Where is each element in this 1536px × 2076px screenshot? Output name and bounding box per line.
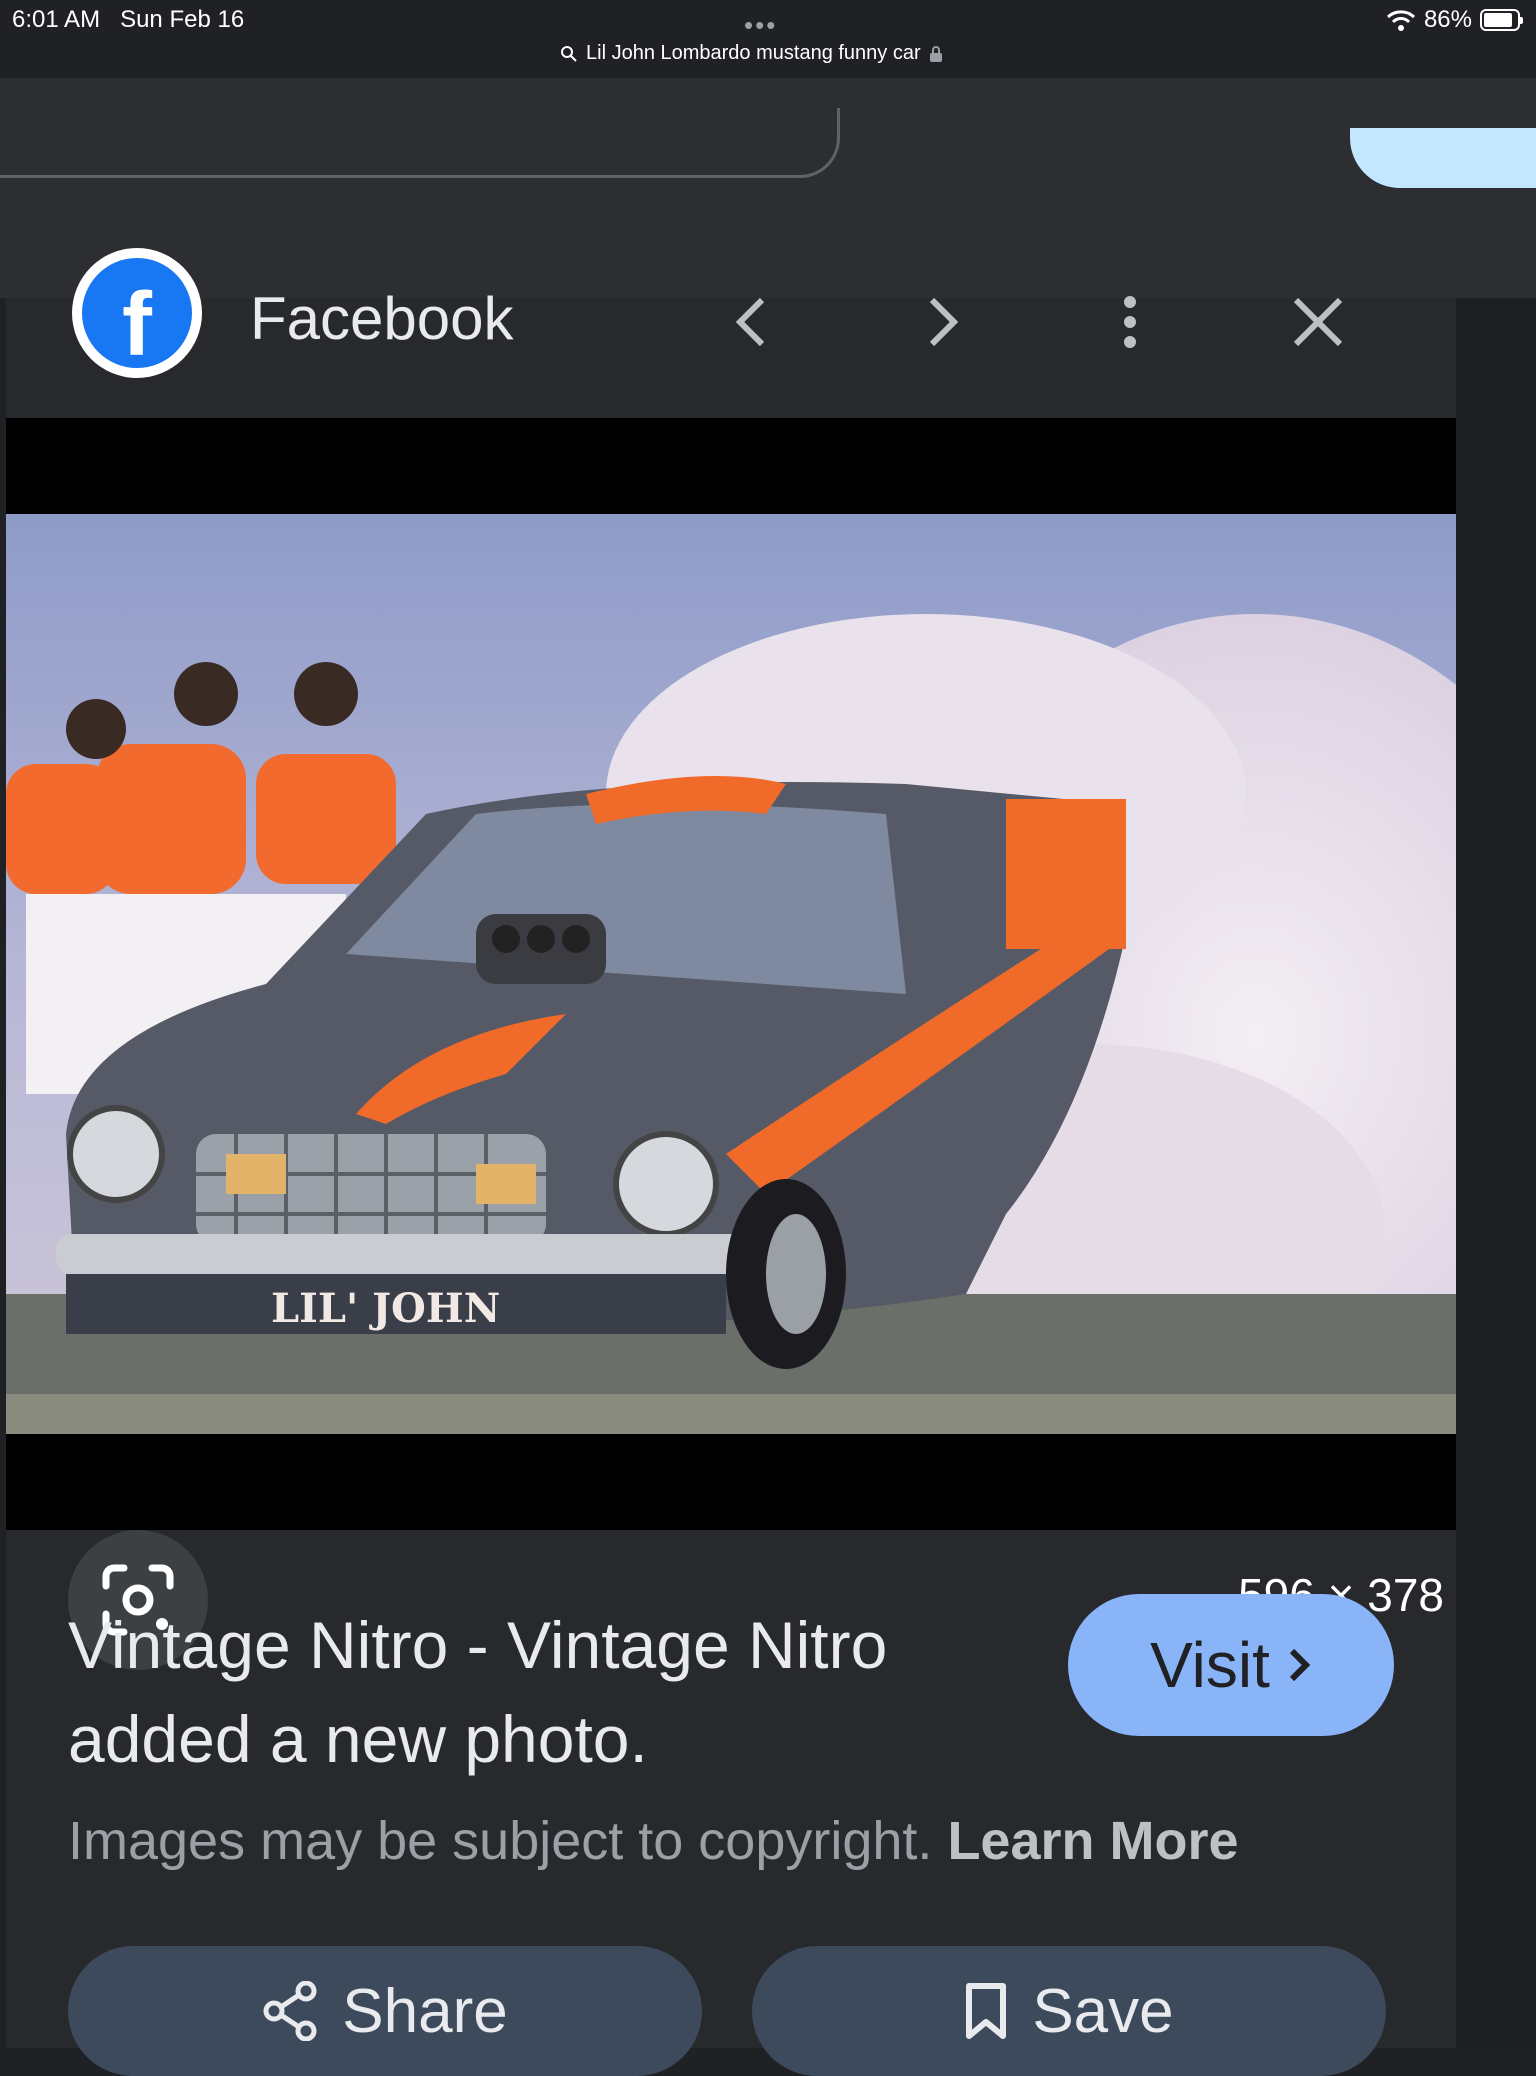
- chevron-right-icon: [1289, 1648, 1311, 1682]
- copyright-notice: Images may be subject to copyright. Lear…: [68, 1810, 1239, 1872]
- image-viewer[interactable]: LIL' JOHN 596 × 378: [6, 418, 1456, 1621]
- search-chip[interactable]: [1350, 128, 1536, 188]
- next-icon[interactable]: [912, 292, 972, 352]
- search-icon: [561, 45, 577, 62]
- license-plate-text: LIL' JOHN: [271, 1285, 500, 1332]
- search-box-edge[interactable]: [0, 108, 840, 178]
- facebook-logo-icon[interactable]: f: [72, 248, 202, 378]
- lock-icon: [929, 45, 942, 62]
- share-label: Share: [342, 1976, 508, 2046]
- url-bar[interactable]: Lil John Lombardo mustang funny car: [560, 42, 943, 65]
- previous-icon[interactable]: [722, 292, 782, 352]
- url-text: Lil John Lombardo mustang funny car: [586, 42, 921, 64]
- save-label: Save: [1032, 1976, 1174, 2046]
- wifi-icon: [1386, 10, 1415, 31]
- status-bar: 6:01 AM Sun Feb 16 ••• Lil John Lombardo…: [0, 0, 1536, 78]
- search-results-header: [0, 78, 1536, 298]
- more-options-icon[interactable]: [1100, 292, 1160, 352]
- visit-label: Visit: [1150, 1629, 1270, 1701]
- visit-button[interactable]: Visit: [1068, 1594, 1394, 1736]
- status-time: 6:01 AM Sun Feb 16: [12, 6, 245, 33]
- multitasking-dots-icon[interactable]: •••: [744, 10, 777, 41]
- status-date: Sun Feb 16: [120, 6, 245, 33]
- close-icon[interactable]: [1288, 292, 1348, 352]
- learn-more-link[interactable]: Learn More: [947, 1811, 1238, 1871]
- source-name[interactable]: Facebook: [250, 284, 514, 353]
- bookmark-icon: [966, 1983, 1007, 2039]
- image-preview-panel: f Facebook LIL' JOHN 596 × 378 Vintage N…: [6, 248, 1456, 2076]
- status-indicators: 86%: [1386, 6, 1523, 34]
- battery-icon: [1480, 9, 1523, 31]
- share-icon: [263, 1981, 317, 2041]
- battery-percent: 86%: [1423, 6, 1472, 33]
- copyright-text: Images may be subject to copyright.: [68, 1811, 933, 1871]
- share-button[interactable]: Share: [68, 1946, 702, 2076]
- results-edge: [1456, 298, 1536, 2048]
- image-title[interactable]: Vintage Nitro - Vintage Nitro added a ne…: [68, 1598, 1008, 1786]
- save-button[interactable]: Save: [752, 1946, 1386, 2076]
- panel-header: f Facebook: [6, 248, 1456, 418]
- preview-image[interactable]: LIL' JOHN: [6, 514, 1456, 1434]
